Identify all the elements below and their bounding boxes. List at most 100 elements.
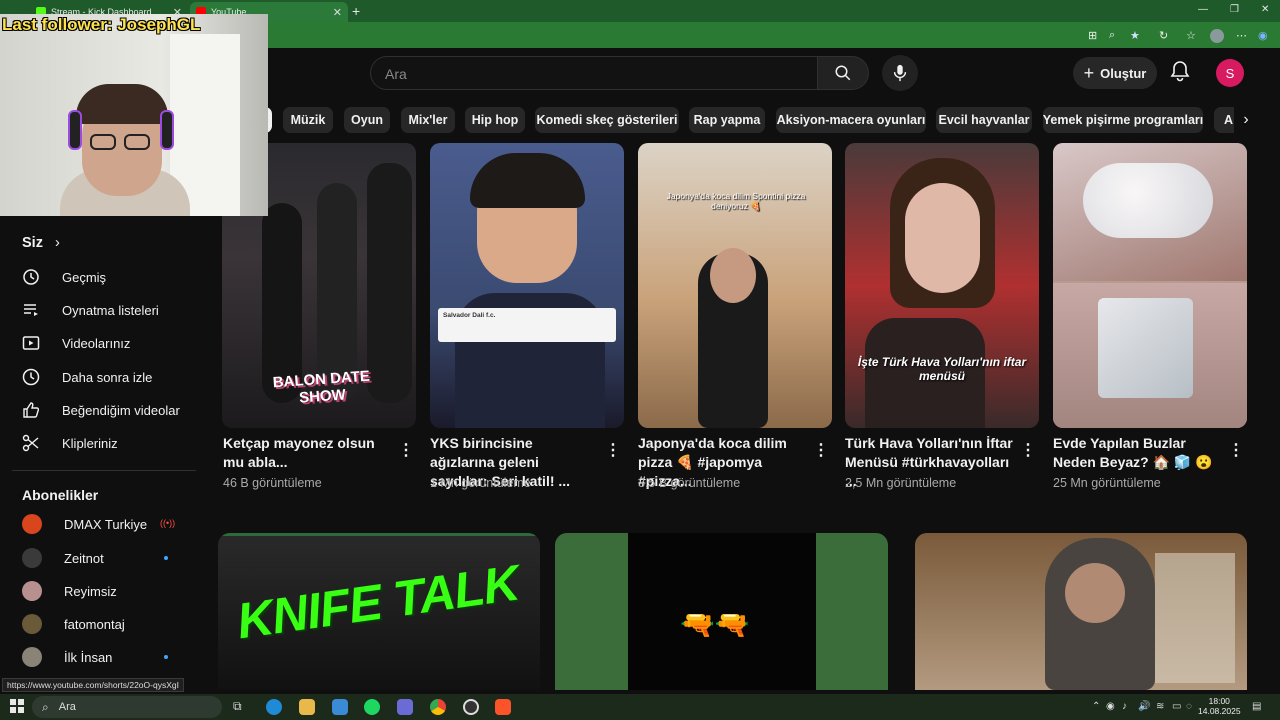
playlist-icon <box>22 301 40 319</box>
sidebar-divider <box>12 470 196 471</box>
water-gun-icon: 🔫🔫 <box>680 609 750 640</box>
chip-mixler[interactable]: Mix'ler <box>401 107 455 133</box>
wifi-icon[interactable]: ≋ <box>1156 701 1164 712</box>
spotify-icon[interactable] <box>364 699 380 715</box>
brave-icon[interactable] <box>495 699 511 715</box>
new-tab-button[interactable]: + <box>352 3 360 19</box>
chip-yemek[interactable]: Yemek pişirme programları <box>1043 107 1203 133</box>
copilot-icon[interactable]: ◉ <box>1258 29 1268 42</box>
search-input[interactable]: Ara <box>370 56 818 90</box>
chip-muzik[interactable]: Müzik <box>283 107 333 133</box>
thumbnail-overlay-text: KNIFE TALK <box>233 554 523 650</box>
short-thumbnail[interactable]: İşte Türk Hava Yolları'nın iftar menüsü <box>845 143 1039 428</box>
windows-start-icon[interactable] <box>10 699 24 713</box>
more-options-icon[interactable]: ⋮ <box>1228 440 1244 460</box>
notifications-icon[interactable]: ▤ <box>1252 701 1261 712</box>
chevron-right-icon[interactable]: › <box>1234 108 1258 132</box>
search-icon: ⌕ <box>42 699 49 714</box>
create-button[interactable]: + Oluştur <box>1073 57 1157 89</box>
video-thumbnail[interactable]: KNIFE TALK <box>218 533 540 690</box>
chip-aksiyon[interactable]: Aksiyon-macera oyunları <box>776 107 926 133</box>
video-thumbnail[interactable]: 🔫🔫 <box>555 533 888 690</box>
liked-icon <box>22 401 40 419</box>
create-label: Oluştur <box>1100 65 1147 81</box>
calculator-icon[interactable] <box>397 699 413 715</box>
sidebar-item-label: Beğendiğim videolar <box>62 402 180 418</box>
sidebar-item-label: Geçmiş <box>62 269 107 285</box>
plus-icon: + <box>1083 62 1095 83</box>
status-url: https://www.youtube.com/shorts/22oO-qysX… <box>2 678 184 692</box>
subscription-zeitnot[interactable]: Zeitnot <box>22 546 104 570</box>
view-count: 46 B görüntüleme <box>223 476 322 490</box>
sidebar-item-your-videos[interactable]: Videolarınız <box>22 331 130 355</box>
microphone-icon[interactable]: ♪ <box>1122 701 1127 712</box>
more-menu-icon[interactable]: ⋯ <box>1236 29 1247 42</box>
notifications-button[interactable] <box>1170 60 1190 87</box>
account-avatar[interactable]: S <box>1216 59 1244 87</box>
sidebar-item-liked[interactable]: Beğendiğim videolar <box>22 398 180 422</box>
chip-komedi[interactable]: Komedi skeç gösterileri <box>535 107 679 133</box>
browser-profile-avatar[interactable] <box>1210 29 1224 43</box>
maximize-button[interactable]: ❐ <box>1230 4 1239 15</box>
chip-oyun[interactable]: Oyun <box>344 107 390 133</box>
sidebar-item-playlists[interactable]: Oynatma listeleri <box>22 298 159 322</box>
watch-later-icon <box>22 368 40 386</box>
subscription-fatomontaj[interactable]: fatomontaj <box>22 612 125 636</box>
microphone-icon <box>893 64 907 82</box>
chip-evcil[interactable]: Evcil hayvanlar <box>936 107 1032 133</box>
video-title[interactable]: Evde Yapılan Buzlar Neden Beyaz? 🏠 🧊 😮 <box>1053 434 1223 472</box>
voice-search-button[interactable] <box>882 55 918 91</box>
channel-avatar <box>22 581 42 601</box>
close-window-button[interactable]: ✕ <box>1261 4 1269 15</box>
sidebar-item-watch-later[interactable]: Daha sonra izle <box>22 365 152 389</box>
file-explorer-icon[interactable] <box>299 699 315 715</box>
zoom-icon[interactable]: ⌕ <box>1109 29 1115 42</box>
refresh-icon[interactable]: ↻ <box>1159 29 1168 42</box>
channel-avatar <box>22 514 42 534</box>
view-count: 3,5 B görüntüleme <box>638 476 741 490</box>
close-tab-icon[interactable]: ✕ <box>333 6 342 19</box>
task-view-icon[interactable]: ⧉ <box>233 699 249 715</box>
short-thumbnail[interactable]: Salvador Dali f.c. <box>430 143 624 428</box>
clock-time: 18:00 <box>1208 696 1230 706</box>
battery-icon[interactable]: ▭ <box>1172 701 1181 712</box>
channel-avatar <box>22 647 42 667</box>
taskbar-search[interactable]: ⌕ Ara <box>32 696 222 718</box>
sidebar-you-heading[interactable]: Siz › <box>22 235 60 251</box>
you-heading-label: Siz <box>22 235 43 251</box>
app-icon[interactable] <box>332 699 348 715</box>
thumbnail-overlay-text: Japonya'da koca dilim Spontini pizza den… <box>666 191 806 211</box>
tray-app-icon[interactable]: ◉ <box>1106 701 1115 712</box>
thumbnail-overlay-text: İşte Türk Hava Yolları'nın iftar menüsü <box>857 355 1027 383</box>
more-options-icon[interactable]: ⋮ <box>813 440 829 460</box>
chrome-icon[interactable] <box>430 699 446 715</box>
minimize-button[interactable]: — <box>1198 4 1208 15</box>
favorite-star-icon[interactable]: ★ <box>1130 29 1140 42</box>
install-app-icon[interactable]: ⊞ <box>1088 29 1097 42</box>
video-title[interactable]: Ketçap mayonez olsun mu abla... <box>223 434 393 472</box>
chip-hip-hop[interactable]: Hip hop <box>465 107 525 133</box>
chip-rap[interactable]: Rap yapma <box>689 107 765 133</box>
view-count: 1 Mn görüntüleme <box>430 476 531 490</box>
volume-icon[interactable]: 🔊 <box>1138 701 1150 712</box>
more-options-icon[interactable]: ⋮ <box>1020 440 1036 460</box>
channel-avatar <box>22 614 42 634</box>
more-options-icon[interactable]: ⋮ <box>605 440 621 460</box>
subscription-dmax[interactable]: DMAX Turkiye <box>22 512 147 536</box>
taskbar-clock[interactable]: 18:00 14.08.2025 <box>1198 696 1241 716</box>
sidebar-item-history[interactable]: Geçmiş <box>22 265 106 289</box>
collections-icon[interactable]: ☆ <box>1186 29 1196 42</box>
search-button[interactable] <box>817 56 869 90</box>
short-thumbnail[interactable]: Japonya'da koca dilim Spontini pizza den… <box>638 143 832 428</box>
chip-partial[interactable]: A <box>1214 107 1234 133</box>
subscription-reyimsiz[interactable]: Reyimsiz <box>22 579 117 603</box>
sidebar-item-clips[interactable]: Klipleriniz <box>22 431 118 455</box>
subscription-ilk-insan[interactable]: İlk İnsan <box>22 645 112 669</box>
video-thumbnail[interactable] <box>915 533 1247 690</box>
tray-extra-icon[interactable]: ◌ <box>1186 701 1192 712</box>
edge-icon[interactable] <box>266 699 282 715</box>
short-thumbnail[interactable] <box>1053 143 1247 428</box>
obs-icon[interactable] <box>463 699 479 715</box>
chevron-up-icon[interactable]: ⌃ <box>1092 701 1100 712</box>
more-options-icon[interactable]: ⋮ <box>398 440 414 460</box>
